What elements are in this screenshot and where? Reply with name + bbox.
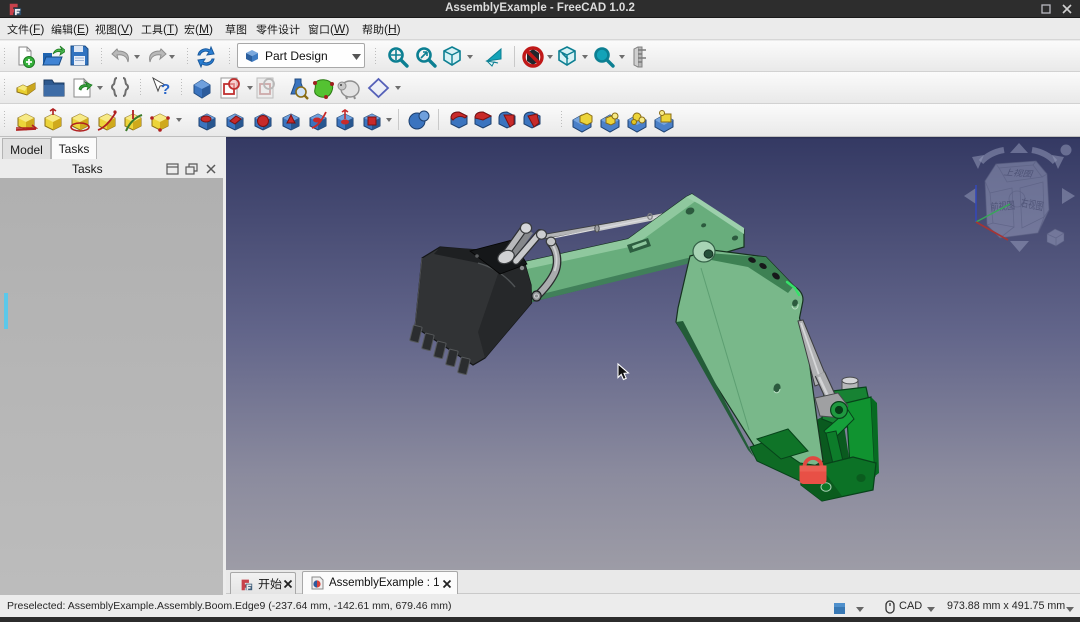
svg-text:?: ? xyxy=(161,81,170,98)
